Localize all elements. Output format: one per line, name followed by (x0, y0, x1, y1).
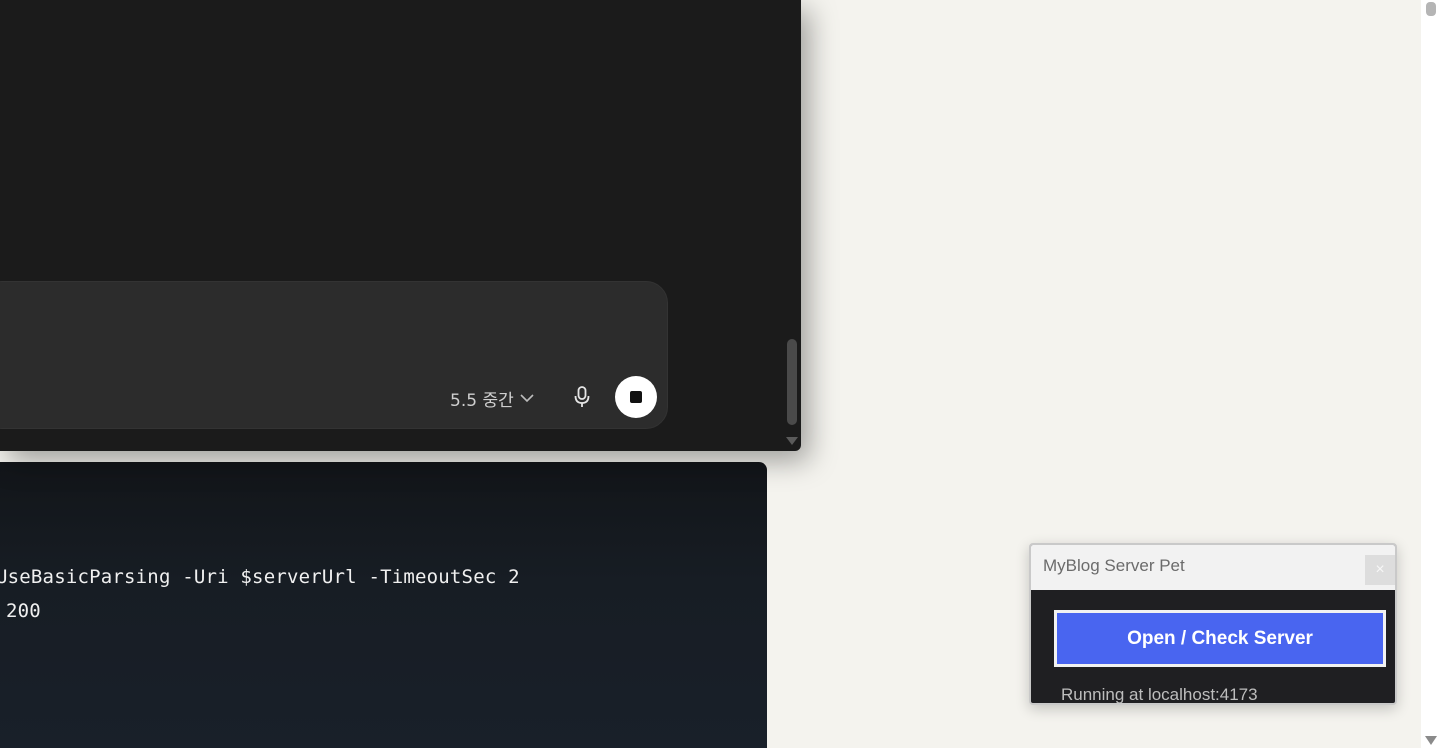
chat-scrollbar-thumb[interactable] (787, 339, 797, 425)
stop-generation-button[interactable] (615, 376, 657, 418)
page-scroll-down-arrow[interactable] (1425, 736, 1437, 745)
stop-icon (630, 391, 642, 403)
close-icon: × (1375, 561, 1385, 578)
microphone-button[interactable] (571, 386, 593, 408)
terminal-line: UseBasicParsing -Uri $serverUrl -Timeout… (0, 566, 520, 588)
terminal-window: UseBasicParsing -Uri $serverUrl -Timeout… (0, 462, 767, 748)
server-pet-widget: MyBlog Server Pet × Open / Check Server … (1029, 543, 1397, 705)
open-check-server-button[interactable]: Open / Check Server (1054, 610, 1386, 667)
chat-window: 5.5 중간 (0, 0, 801, 451)
server-pet-titlebar[interactable]: MyBlog Server Pet × (1031, 545, 1395, 590)
terminal-line: 200 (6, 600, 41, 622)
server-pet-title: MyBlog Server Pet (1043, 556, 1185, 575)
model-selector-label: 5.5 중간 (450, 390, 514, 411)
chevron-down-icon (520, 394, 534, 403)
desktop: 5.5 중간 UseBasicParsing -Uri $serverUrl -… (0, 0, 1441, 748)
message-composer[interactable]: 5.5 중간 (0, 281, 668, 429)
chat-scroll-down-arrow[interactable] (786, 437, 798, 445)
close-button[interactable]: × (1365, 555, 1395, 585)
model-selector[interactable]: 5.5 중간 (450, 385, 534, 411)
page-scrollbar[interactable] (1421, 0, 1441, 748)
page-scrollbar-thumb[interactable] (1426, 2, 1436, 16)
microphone-icon (574, 386, 590, 407)
server-status-text: Running at localhost:4173 (1061, 685, 1258, 704)
